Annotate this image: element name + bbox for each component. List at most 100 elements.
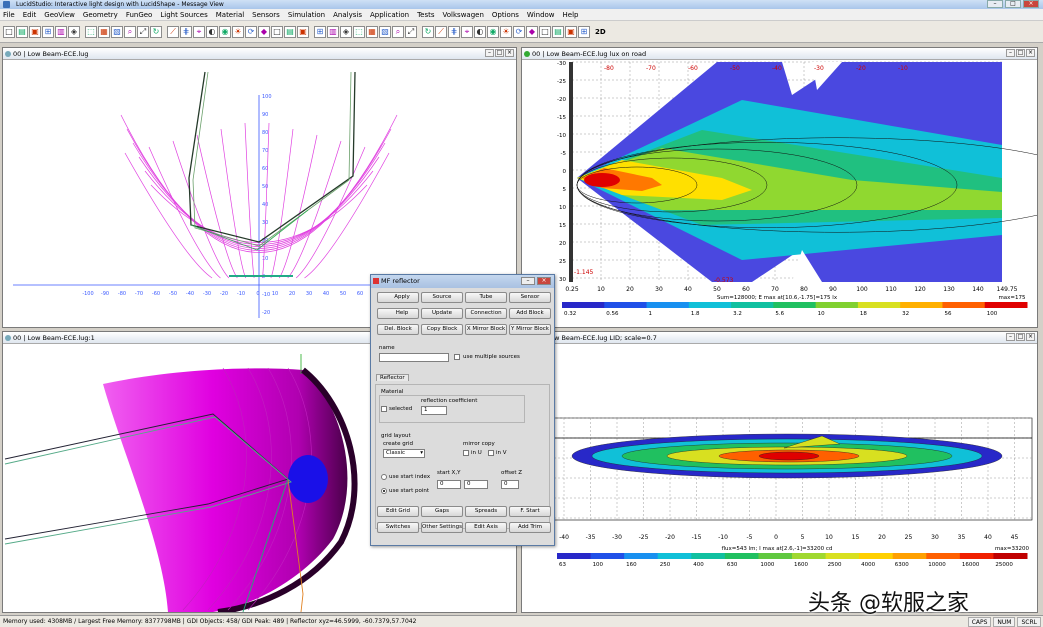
color-icon[interactable]: ◆ (258, 25, 270, 38)
layout-icon[interactable]: ▧ (111, 25, 123, 38)
new-icon[interactable]: □ (271, 25, 283, 38)
close-button[interactable]: × (1023, 0, 1039, 8)
reflection-coefficient-field[interactable]: 1 (421, 406, 447, 415)
menu-item[interactable]: Volkswagen (443, 11, 484, 19)
pane-minimize-button[interactable]: – (1006, 333, 1015, 341)
pane-close-button[interactable]: × (505, 49, 514, 57)
tab-reflector[interactable]: Reflector (376, 374, 409, 381)
offset-z-field[interactable]: 0 (501, 480, 519, 489)
menu-item[interactable]: Geometry (83, 11, 118, 19)
selected-checkbox[interactable] (381, 406, 387, 412)
help-button[interactable]: Help (377, 308, 419, 319)
spreads-button[interactable]: Spreads (465, 506, 507, 517)
lux-road-canvas[interactable]: -80 -70 -60 -50 -40 -30 -20 -10-1.145-0.573-30-… (522, 60, 1037, 327)
start-x-field[interactable]: 0 (437, 480, 461, 489)
create-grid-select[interactable]: Classic ▾ (383, 449, 425, 458)
dialog-title-bar[interactable]: MF reflector – × (371, 275, 554, 288)
view-icon[interactable]: ◈ (340, 25, 352, 38)
menu-item[interactable]: Light Sources (160, 11, 207, 19)
f-start-button[interactable]: F. Start (509, 506, 551, 517)
start-y-field[interactable]: 0 (464, 480, 488, 489)
tree-icon[interactable]: ⊞ (314, 25, 326, 38)
print-icon[interactable]: ▥ (55, 25, 67, 38)
maximize-button[interactable]: □ (1005, 0, 1021, 8)
tree-icon[interactable]: ⊞ (42, 25, 54, 38)
sensor-button[interactable]: Sensor (509, 292, 551, 303)
light-icon[interactable]: ☀ (500, 25, 512, 38)
wireframe-icon[interactable]: ⬚ (353, 25, 365, 38)
refresh-icon[interactable]: ⟳ (513, 25, 525, 38)
connection-button[interactable]: Connection (465, 308, 507, 319)
measure-icon[interactable]: ⌖ (193, 25, 205, 38)
view-icon[interactable]: ◈ (68, 25, 80, 38)
render-icon[interactable]: ◐ (206, 25, 218, 38)
dialog-minimize-button[interactable]: – (521, 277, 535, 285)
menu-item[interactable]: Sensors (252, 11, 280, 19)
grid-icon[interactable]: ▦ (98, 25, 110, 38)
menu-item[interactable]: Analysis (333, 11, 362, 19)
switches-button[interactable]: Switches (377, 522, 419, 533)
new-icon[interactable]: □ (3, 25, 15, 38)
pane-minimize-button[interactable]: – (485, 49, 494, 57)
menu-item[interactable]: Material (216, 11, 244, 19)
open-icon[interactable]: ▤ (16, 25, 28, 38)
y-mirror-block-button[interactable]: Y Mirror Block (509, 324, 551, 335)
del-block-button[interactable]: Del. Block (377, 324, 419, 335)
save-icon[interactable]: ▣ (297, 25, 309, 38)
minimize-button[interactable]: – (987, 0, 1003, 8)
edit-grid-button[interactable]: Edit Grid (377, 506, 419, 517)
fit-icon[interactable]: ⤢ (405, 25, 417, 38)
fit-icon[interactable]: ⤢ (137, 25, 149, 38)
print-icon[interactable]: ▥ (327, 25, 339, 38)
pane-maximize-button[interactable]: □ (495, 49, 504, 57)
in-u-checkbox[interactable] (463, 450, 469, 456)
menu-item[interactable]: FunGeo (126, 11, 153, 19)
tree-icon[interactable]: ⊞ (578, 25, 590, 38)
open-icon[interactable]: ▤ (552, 25, 564, 38)
menu-item[interactable]: Tests (417, 11, 434, 19)
apply-button[interactable]: Apply (377, 292, 419, 303)
gaps-button[interactable]: Gaps (421, 506, 463, 517)
save-icon[interactable]: ▣ (565, 25, 577, 38)
menu-item[interactable]: Help (563, 11, 579, 19)
menu-item[interactable]: Application (370, 11, 409, 19)
zoom-icon[interactable]: ⌕ (124, 25, 136, 38)
use-multiple-sources-checkbox[interactable] (454, 354, 460, 360)
add-block-button[interactable]: Add Block (509, 308, 551, 319)
refresh-icon[interactable]: ⟳ (245, 25, 257, 38)
copy-block-button[interactable]: Copy Block (421, 324, 463, 335)
ray-icon[interactable]: ⟋ (167, 25, 179, 38)
use-start-point-radio[interactable] (381, 488, 387, 494)
menu-item[interactable]: Edit (23, 11, 37, 19)
render-icon[interactable]: ◐ (474, 25, 486, 38)
open-icon[interactable]: ▤ (284, 25, 296, 38)
other-settings-button[interactable]: Other Settings (421, 522, 463, 533)
mesh-icon[interactable]: ⋕ (180, 25, 192, 38)
x-mirror-block-button[interactable]: X Mirror Block (465, 324, 507, 335)
view-2d-button[interactable]: 2D (595, 28, 606, 36)
layout-icon[interactable]: ▧ (379, 25, 391, 38)
menu-item[interactable]: File (3, 11, 15, 19)
save-icon[interactable]: ▣ (29, 25, 41, 38)
pane-maximize-button[interactable]: □ (1016, 49, 1025, 57)
ray-icon[interactable]: ⟋ (435, 25, 447, 38)
source-button[interactable]: Source (421, 292, 463, 303)
tube-button[interactable]: Tube (465, 292, 507, 303)
menu-item[interactable]: Simulation (288, 11, 325, 19)
zoom-icon[interactable]: ⌕ (392, 25, 404, 38)
measure-icon[interactable]: ⌖ (461, 25, 473, 38)
rotate-icon[interactable]: ↻ (150, 25, 162, 38)
light-icon[interactable]: ☀ (232, 25, 244, 38)
pane-close-button[interactable]: × (1026, 49, 1035, 57)
wireframe-icon[interactable]: ⬚ (85, 25, 97, 38)
grid-icon[interactable]: ▦ (366, 25, 378, 38)
dialog-close-button[interactable]: × (537, 277, 551, 285)
pane-minimize-button[interactable]: – (1006, 49, 1015, 57)
rotate-icon[interactable]: ↻ (422, 25, 434, 38)
in-v-checkbox[interactable] (488, 450, 494, 456)
sensor-icon[interactable]: ◉ (219, 25, 231, 38)
add-trim-button[interactable]: Add Trim (509, 522, 551, 533)
mf-reflector-dialog[interactable]: MF reflector – × name use multiple source… (370, 274, 555, 546)
mesh-icon[interactable]: ⋕ (448, 25, 460, 38)
edit-axis-button[interactable]: Edit Axis (465, 522, 507, 533)
